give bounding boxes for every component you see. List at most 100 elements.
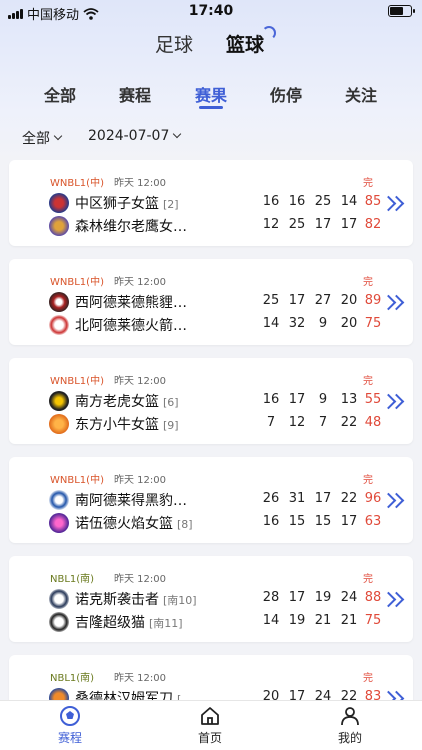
team-logo [49,391,69,411]
total-score: 63 [364,514,382,529]
status-time: 17:40 [188,3,234,19]
double-chevron-right-icon[interactable] [380,491,405,513]
home-icon [201,707,219,725]
quarter-score: 21 [314,613,332,628]
quarter-score: 24 [340,590,358,605]
match-status: 完 [363,673,373,684]
bottom-nav: 赛程 首页 我的 [0,700,422,750]
match-card[interactable]: WNBL1(中) 昨天 12:00 完 南方老虎女篮 [6] 16 17 9 13… [9,358,413,444]
nav-mine[interactable]: 我的 [320,705,380,746]
team-logo [49,315,69,335]
tab-basketball[interactable]: 篮球 [226,30,264,57]
status-bar: 中国移动 17:40 [0,0,422,24]
match-status: 完 [363,376,373,387]
quarter-score: 21 [340,613,358,628]
quarter-score: 17 [288,590,306,605]
away-team-row: 北阿德莱德火箭… 14 32 9 20 75 [49,315,381,335]
category-value: 全部 [22,131,50,147]
double-chevron-right-icon[interactable] [380,689,405,700]
home-team-row: 南方老虎女篮 [6] 16 17 9 13 55 [49,391,381,411]
team-logo [49,490,69,510]
team-rank: [8] [177,518,193,531]
match-card[interactable]: WNBL1(中) 昨天 12:00 完 西阿德莱德熊貍… 25 17 27 20… [9,259,413,345]
team-rank: [南10] [163,594,197,607]
league-label: WNBL1(中) [50,376,104,387]
league-label: WNBL1(中) [50,277,104,288]
quarter-score: 7 [318,415,328,430]
quarter-score: 16 [262,514,280,529]
match-status: 完 [363,475,373,486]
double-chevron-right-icon[interactable] [380,590,405,612]
quarter-score: 12 [262,217,280,232]
tab-results-label: 赛果 [194,86,227,105]
match-card[interactable]: WNBL1(中) 昨天 12:00 完 南阿德莱得黑豹… 26 31 17 22… [9,457,413,543]
match-time: 昨天 12:00 [114,673,166,684]
away-team-row: 森林维尔老鹰女… 12 25 17 17 82 [49,216,381,236]
home-team-row: 桑德林汉姆军刀[ 20 17 24 22 83 [49,688,381,700]
quarter-score: 14 [262,316,280,331]
tab-results[interactable]: 赛果 [181,82,241,109]
tab-injuries[interactable]: 伤停 [256,82,316,106]
quarter-score: 22 [340,415,358,430]
team-name: 北阿德莱德火箭… [75,318,187,334]
match-card[interactable]: NBL1(南) 昨天 12:00 完 诺克斯袭击者 [南10] 28 17 19 … [9,556,413,642]
nav-home[interactable]: 首页 [180,705,240,746]
quarter-score: 24 [314,689,332,700]
quarter-score: 26 [262,491,280,506]
double-chevron-right-icon[interactable] [380,392,405,414]
nav-schedule[interactable]: 赛程 [40,705,100,746]
tab-football[interactable]: 足球 [155,30,193,57]
battery-icon [388,5,415,17]
league-label: NBL1(南) [50,673,95,684]
home-team-row: 诺克斯袭击者 [南10] 28 17 19 24 88 [49,589,381,609]
quarter-score: 15 [314,514,332,529]
team-name: 南方老虎女篮 [75,394,159,410]
match-card[interactable]: WNBL1(中) 昨天 12:00 完 中区狮子女篮 [2] 16 16 25 1… [9,160,413,246]
team-name: 南阿德莱得黑豹… [75,493,187,509]
tab-follow[interactable]: 关注 [331,82,391,106]
filter-bar: 全部 2024-07-07 [0,124,422,150]
team-rank: [2] [163,198,179,211]
quarter-score: 22 [340,689,358,700]
team-logo [49,589,69,609]
nav-mine-label: 我的 [337,731,362,745]
tab-schedule[interactable]: 赛程 [105,82,165,106]
date-dropdown[interactable]: 2024-07-07 [88,128,182,144]
active-tab-underline [199,106,223,109]
double-chevron-right-icon[interactable] [380,194,405,216]
quarter-score: 17 [288,689,306,700]
double-chevron-right-icon[interactable] [380,293,405,315]
match-card[interactable]: NBL1(南) 昨天 12:00 完 桑德林汉姆军刀[ 20 17 24 22 … [9,655,413,700]
category-dropdown[interactable]: 全部 [22,128,63,148]
quarter-score: 20 [340,316,358,331]
nav-schedule-label: 赛程 [57,731,82,745]
quarter-score: 20 [262,689,280,700]
team-name: 桑德林汉姆军刀 [75,691,173,700]
tab-all[interactable]: 全部 [30,82,90,106]
match-status: 完 [363,277,373,288]
league-label: WNBL1(中) [50,178,104,189]
total-score: 89 [364,293,382,308]
loading-arc-icon [262,26,276,40]
match-time: 昨天 12:00 [114,178,166,189]
total-score: 85 [364,194,382,209]
quarter-score: 27 [314,293,332,308]
team-name: 中区狮子女篮 [75,196,159,212]
away-team-row: 吉隆超级猫 [南11] 14 19 21 21 75 [49,612,381,632]
quarter-score: 17 [340,514,358,529]
quarter-score: 14 [262,613,280,628]
quarter-score: 25 [314,194,332,209]
team-name: 东方小牛女篮 [75,417,159,433]
quarter-score: 16 [288,194,306,209]
team-logo [49,193,69,213]
team-name: 西阿德莱德熊貍… [75,295,187,311]
total-score: 48 [364,415,382,430]
match-time: 昨天 12:00 [114,475,166,486]
league-label: WNBL1(中) [50,475,104,486]
quarter-score: 14 [340,194,358,209]
quarter-score: 15 [288,514,306,529]
match-status: 完 [363,574,373,585]
match-time: 昨天 12:00 [114,376,166,387]
quarter-score: 12 [288,415,306,430]
match-time: 昨天 12:00 [114,574,166,585]
